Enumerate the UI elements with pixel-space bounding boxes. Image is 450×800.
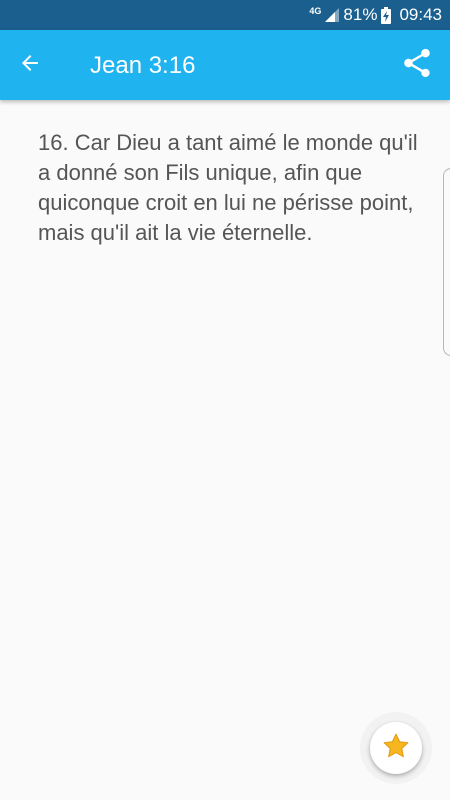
- app-bar: Jean 3:16: [0, 30, 450, 100]
- star-icon: [381, 731, 411, 766]
- status-bar: 4G 81% 09:43: [0, 0, 450, 30]
- battery-charging-icon: [381, 6, 392, 24]
- status-clock: 09:43: [399, 5, 442, 24]
- favorite-button[interactable]: [370, 722, 422, 774]
- verse-text: 16. Car Dieu a tant aimé le monde qu'il …: [38, 130, 418, 245]
- share-icon: [400, 46, 434, 85]
- network-type-label: 4G: [309, 6, 322, 16]
- screen: 4G 81% 09:43 Jean 3:16 16. Car Dieu a ta…: [0, 0, 450, 800]
- edge-panel-handle[interactable]: [443, 168, 450, 356]
- battery-percentage: 81%: [343, 5, 378, 24]
- page-title: Jean 3:16: [90, 52, 196, 79]
- back-button[interactable]: [12, 47, 48, 83]
- status-indicators: 4G 81% 09:43: [309, 0, 442, 30]
- share-button[interactable]: [398, 46, 436, 84]
- cell-signal-icon: [325, 8, 340, 22]
- arrow-left-icon: [18, 51, 42, 80]
